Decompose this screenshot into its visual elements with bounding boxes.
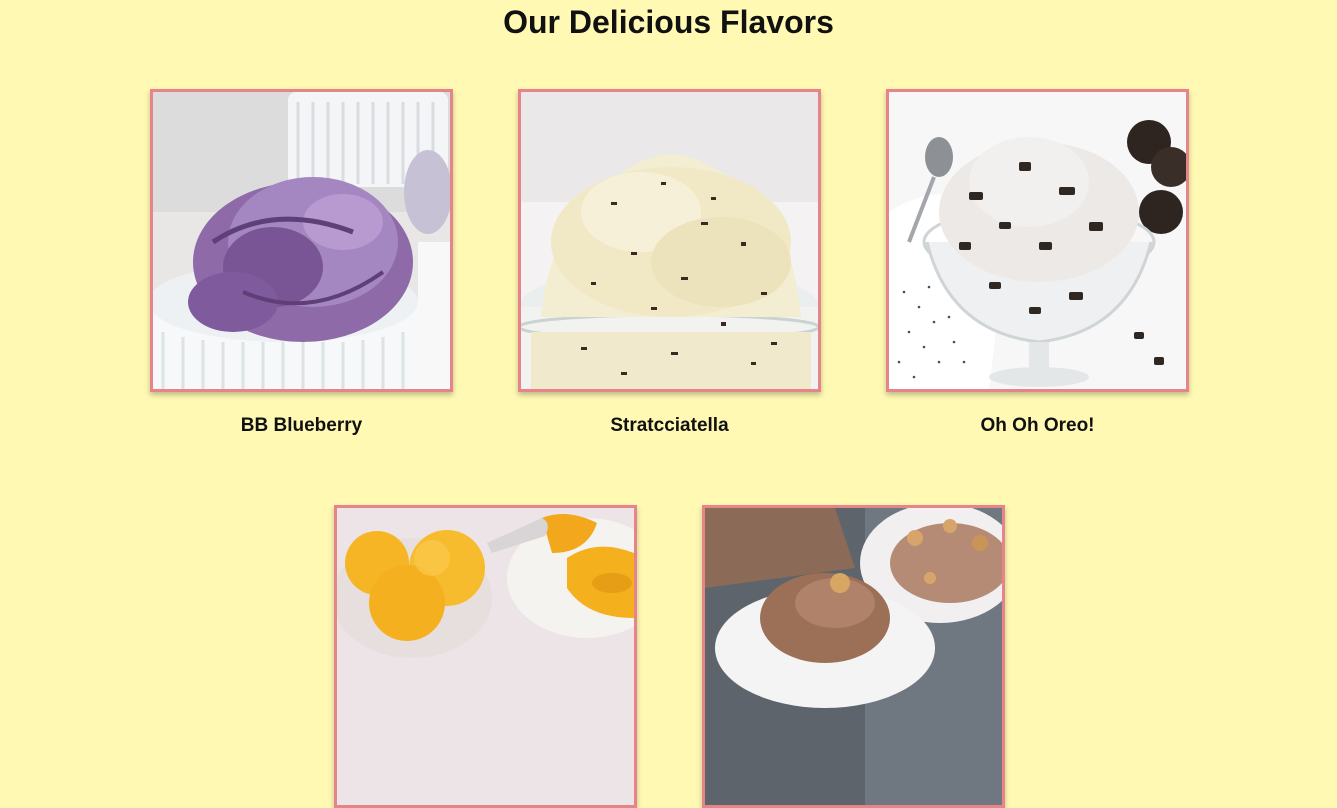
flavor-image-blueberry [150,89,453,392]
flavor-image-mango [334,505,637,808]
flavor-card-mango [334,505,637,808]
flavor-card-stracciatella: Stratcciatella [518,89,821,436]
flavor-name: Oh Oh Oreo! [980,415,1095,436]
flavor-card-oreo: Oh Oh Oreo! [886,89,1189,436]
flavor-name: Stratcciatella [610,415,729,436]
flavor-image-stracciatella [518,89,821,392]
flavor-card-blueberry: BB Blueberry [150,89,453,436]
flavor-image-oreo [886,89,1189,392]
flavor-name: BB Blueberry [240,415,363,436]
page-title: Our Delicious Flavors [503,4,834,40]
flavor-image-chocolate-hazelnut [702,505,1005,808]
flavor-card-chocolate-hazelnut [702,505,1005,808]
